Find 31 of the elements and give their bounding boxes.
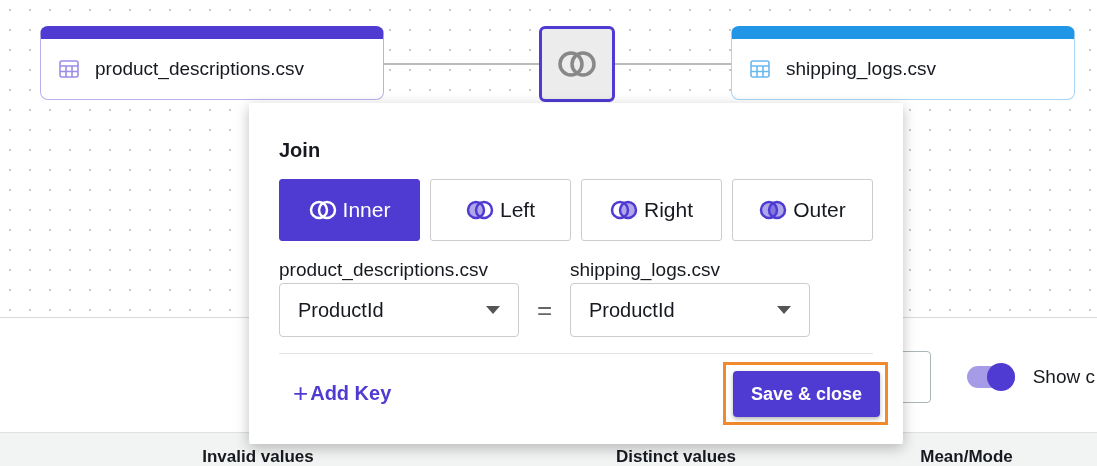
column-header: Invalid values: [202, 447, 314, 466]
venn-icon: [308, 200, 337, 220]
caret-icon: [486, 306, 500, 314]
add-key-link[interactable]: +Add Key: [293, 378, 392, 409]
join-type-button[interactable]: Outer: [732, 179, 873, 241]
toggle-label: Show c: [1032, 366, 1095, 388]
column-header: Mean/Mode: [920, 447, 1013, 466]
column-header: Distinct values: [616, 447, 736, 466]
key-select[interactable]: ProductId: [570, 283, 810, 337]
dataset-node[interactable]: product_descriptions.csv: [40, 26, 384, 100]
dataset-label: shipping_logs.csv: [570, 259, 720, 281]
venn-icon: [466, 200, 494, 220]
table-icon: [750, 60, 770, 78]
join-type-button[interactable]: Inner: [279, 179, 420, 241]
node-label: shipping_logs.csv: [786, 58, 936, 80]
save-button[interactable]: Save & close: [733, 371, 880, 417]
join-node[interactable]: [539, 26, 615, 102]
venn-icon: [610, 200, 638, 220]
caret-icon: [777, 306, 791, 314]
dataset-node[interactable]: shipping_logs.csv: [731, 26, 1075, 100]
venn-icon: [557, 49, 597, 79]
join-type-button[interactable]: Right: [581, 179, 722, 241]
popup-title: Join: [279, 139, 322, 162]
table-icon: [59, 60, 79, 78]
join-type-button[interactable]: Left: [430, 179, 571, 241]
equals-sign: =: [535, 294, 554, 326]
venn-icon: [759, 200, 788, 220]
toggle-switch[interactable]: [966, 366, 1015, 388]
node-label: product_descriptions.csv: [95, 58, 305, 80]
key-select[interactable]: ProductId: [279, 283, 519, 337]
dataset-label: product_descriptions.csv: [279, 259, 489, 281]
